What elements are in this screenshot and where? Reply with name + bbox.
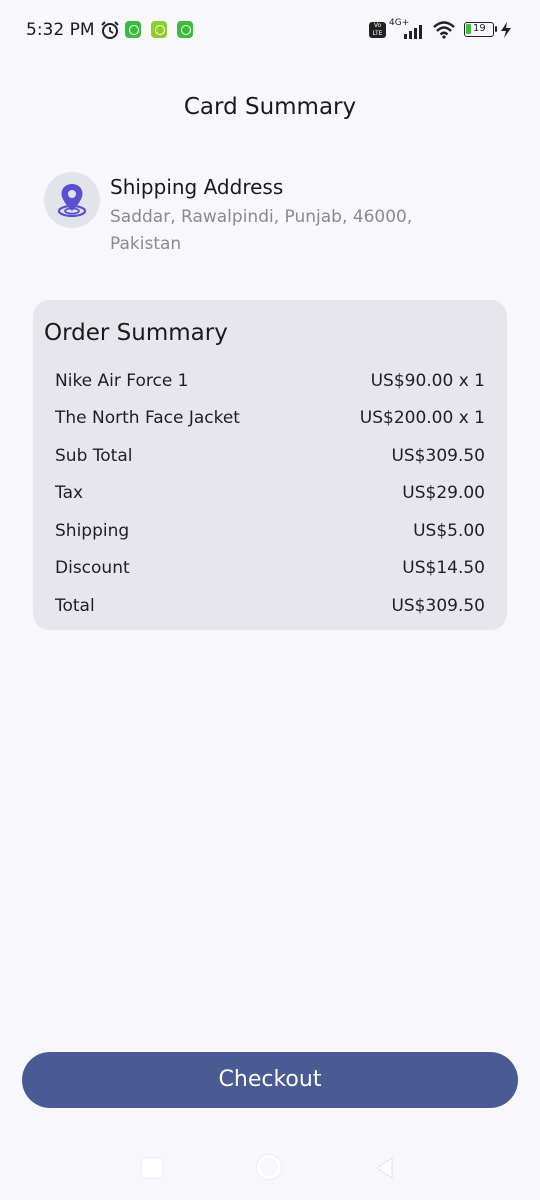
status-bar: 5:32 PM Vo LTE 4G+ 19 bbox=[0, 0, 540, 60]
page-title: Card Summary bbox=[183, 94, 357, 120]
order-summary-title: Order Summary bbox=[44, 320, 228, 346]
row-value: US$309.50 bbox=[391, 445, 485, 466]
app-badge-icon bbox=[151, 21, 167, 38]
order-summary-list: Nike Air Force 1 US$90.00 x 1 The North … bbox=[55, 362, 485, 625]
row-label: Total bbox=[55, 595, 95, 616]
row-value: US$29.00 bbox=[402, 483, 485, 504]
order-row-item-2: The North Face Jacket US$200.00 x 1 bbox=[55, 400, 485, 438]
row-value: US$90.00 x 1 bbox=[370, 370, 485, 391]
shipping-address-avatar bbox=[44, 172, 100, 228]
row-value: US$309.50 bbox=[391, 595, 485, 616]
row-label: Tax bbox=[55, 483, 84, 504]
back-button[interactable] bbox=[374, 1156, 394, 1180]
battery-icon: 19 bbox=[464, 22, 497, 37]
order-row-discount: Discount US$14.50 bbox=[55, 550, 485, 588]
charging-icon bbox=[501, 22, 511, 38]
battery-level: 19 bbox=[473, 23, 486, 34]
location-pin-icon bbox=[57, 184, 87, 218]
home-button[interactable] bbox=[257, 1155, 281, 1179]
shipping-address-title: Shipping Address bbox=[110, 175, 284, 199]
row-value: US$14.50 bbox=[402, 558, 485, 579]
checkout-button[interactable]: Checkout bbox=[22, 1052, 518, 1108]
row-label: The North Face Jacket bbox=[55, 408, 240, 429]
signal-icon bbox=[404, 25, 422, 39]
recent-apps-button[interactable] bbox=[142, 1158, 162, 1178]
row-label: Shipping bbox=[55, 520, 130, 541]
volte-icon: Vo LTE bbox=[369, 22, 386, 38]
alarm-icon bbox=[101, 21, 119, 39]
wifi-icon bbox=[433, 21, 455, 39]
status-time: 5:32 PM bbox=[26, 20, 95, 40]
app-badge-icon bbox=[125, 21, 141, 38]
row-value: US$200.00 x 1 bbox=[359, 408, 485, 429]
row-label: Sub Total bbox=[55, 445, 133, 466]
shipping-address-text: Saddar, Rawalpindi, Punjab, 46000, Pakis… bbox=[110, 207, 413, 254]
order-row-shipping: Shipping US$5.00 bbox=[55, 512, 485, 550]
row-label: Nike Air Force 1 bbox=[55, 370, 189, 391]
order-row-subtotal: Sub Total US$309.50 bbox=[55, 437, 485, 475]
order-row-tax: Tax US$29.00 bbox=[55, 475, 485, 513]
app-badge-icon bbox=[177, 21, 193, 38]
row-label: Discount bbox=[55, 558, 130, 579]
order-row-item-1: Nike Air Force 1 US$90.00 x 1 bbox=[55, 362, 485, 400]
order-summary-card: Order Summary Nike Air Force 1 US$90.00 … bbox=[33, 300, 507, 630]
order-row-total: Total US$309.50 bbox=[55, 587, 485, 625]
row-value: US$5.00 bbox=[413, 520, 485, 541]
